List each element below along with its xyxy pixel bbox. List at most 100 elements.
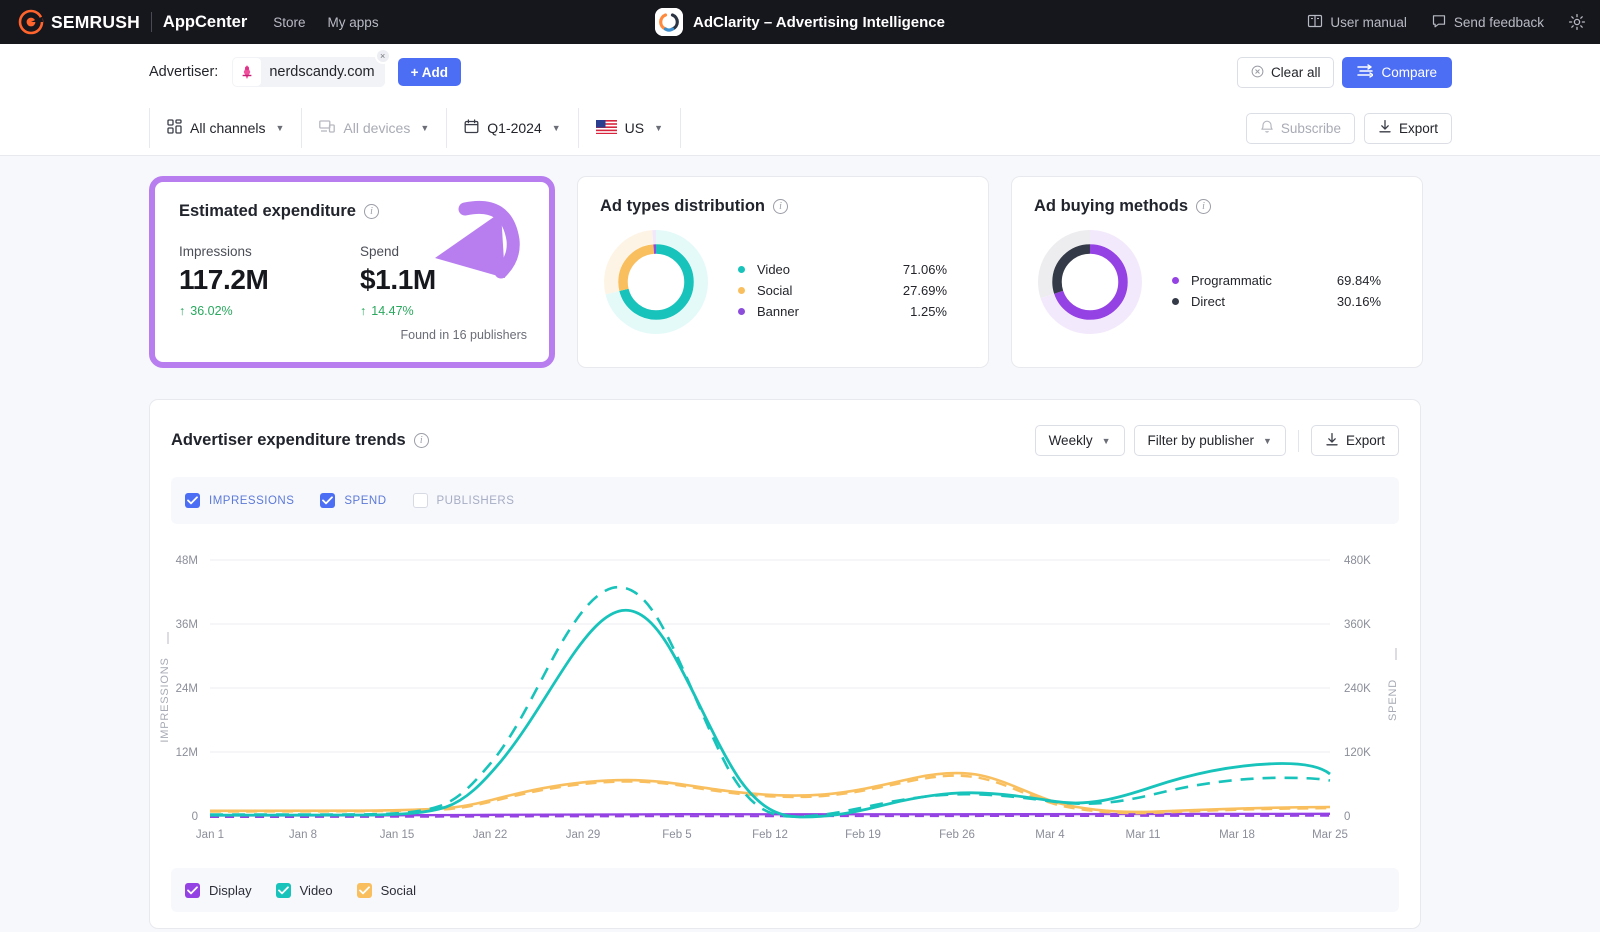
advertiser-chip-close-icon[interactable]: × (375, 48, 391, 64)
bell-icon (1260, 119, 1274, 137)
ad-buying-title-row: Ad buying methods i (1034, 197, 1211, 216)
nav-item-my-apps[interactable]: My apps (328, 15, 379, 30)
metric-toggle-spend[interactable]: SPEND (320, 493, 386, 508)
metric-label-impressions: IMPRESSIONS (209, 495, 294, 507)
info-icon[interactable]: i (773, 199, 788, 214)
granularity-dropdown[interactable]: Weekly ▼ (1035, 425, 1125, 456)
info-icon[interactable]: i (1196, 199, 1211, 214)
ad-buying-legend: Programmatic 69.84% Direct 30.16% (1172, 270, 1381, 312)
compare-button[interactable]: Compare (1342, 57, 1452, 88)
brand-product-name: AppCenter (163, 13, 247, 32)
legend-value-banner: 1.25% (885, 304, 947, 319)
chat-icon (1431, 13, 1447, 32)
advertiser-chip[interactable]: nerdscandy.com × (232, 57, 384, 87)
legend-dot-social (738, 287, 745, 294)
brand-divider (151, 12, 152, 32)
filter-all-channels[interactable]: All channels ▼ (150, 108, 302, 148)
legend-value-social: 27.69% (885, 283, 947, 298)
checkbox-checked-icon[interactable] (320, 493, 335, 508)
y2-tick-label: 360K (1344, 619, 1371, 631)
x-tick-label: Feb 12 (752, 829, 788, 840)
impressions-metric: Impressions 117.2M ↑ 36.02% (179, 244, 268, 318)
filter-row: All channels ▼ All devices ▼ (0, 100, 1600, 156)
filters-subheader: Advertiser: nerdscandy.com × + Add (0, 44, 1600, 156)
export-button-trends[interactable]: Export (1311, 425, 1399, 456)
legend-item[interactable]: Banner 1.25% (738, 301, 947, 322)
chevron-down-icon: ▼ (1263, 436, 1272, 446)
ad-types-distribution-card: Ad types distribution i Vi (577, 176, 989, 368)
chevron-down-icon: ▼ (420, 123, 429, 133)
user-manual-link[interactable]: User manual (1307, 13, 1407, 32)
legend-label-banner: Banner (757, 304, 885, 319)
x-tick-label: Feb 26 (939, 829, 975, 840)
adclarity-app-icon (655, 8, 683, 36)
impressions-delta-value: 36.02% (190, 304, 232, 318)
brand-name: SEMRUSH (51, 12, 140, 33)
checkbox-unchecked-icon[interactable] (413, 493, 428, 508)
legend-dot-video (738, 266, 745, 273)
legend-label-video: Video (757, 262, 885, 277)
download-icon (1325, 432, 1339, 450)
clear-all-label: Clear all (1271, 65, 1321, 80)
filter-all-devices[interactable]: All devices ▼ (302, 108, 447, 148)
legend-item[interactable]: Video 71.06% (738, 259, 947, 280)
y-tick-label: 36M (176, 619, 198, 631)
subscribe-button[interactable]: Subscribe (1246, 113, 1355, 144)
filter-right-actions: Subscribe Export (1246, 113, 1452, 144)
checkbox-checked-icon[interactable] (185, 493, 200, 508)
spend-value: $1.1M (360, 264, 436, 296)
filter-date-range[interactable]: Q1-2024 ▼ (447, 108, 578, 148)
checkbox-checked-icon[interactable] (276, 883, 291, 898)
info-icon[interactable]: i (364, 204, 379, 219)
legend-item[interactable]: Social 27.69% (738, 280, 947, 301)
granularity-label: Weekly (1049, 433, 1093, 448)
estimated-expenditure-card: Estimated expenditure i Impressions 117.… (149, 176, 555, 368)
add-advertiser-button[interactable]: + Add (398, 58, 461, 86)
nav-item-store[interactable]: Store (273, 15, 305, 30)
export-button-top[interactable]: Export (1364, 113, 1452, 144)
checkbox-checked-icon[interactable] (357, 883, 372, 898)
controls-divider (1298, 430, 1299, 452)
book-icon (1307, 13, 1323, 32)
legend-value-video: 71.06% (885, 262, 947, 277)
info-icon[interactable]: i (414, 433, 429, 448)
top-header-bar: SEMRUSH AppCenter Store My apps AdClarit… (0, 0, 1600, 44)
compare-label: Compare (1381, 65, 1437, 80)
app-title: AdClarity – Advertising Intelligence (693, 14, 945, 31)
legend-dot-programmatic (1172, 277, 1179, 284)
legend-item[interactable]: Direct 30.16% (1172, 291, 1381, 312)
y-tick-label: 24M (176, 683, 198, 695)
user-manual-label: User manual (1330, 15, 1407, 30)
spend-label: Spend (360, 244, 436, 259)
checkbox-checked-icon[interactable] (185, 883, 200, 898)
export-label-trends: Export (1346, 433, 1385, 448)
advertiser-chip-label: nerdscandy.com (269, 64, 374, 80)
semrush-logo-icon (18, 9, 44, 35)
filter-by-publisher-dropdown[interactable]: Filter by publisher ▼ (1134, 425, 1286, 456)
brand-area[interactable]: SEMRUSH AppCenter (18, 9, 247, 35)
metric-toggle-impressions[interactable]: IMPRESSIONS (185, 493, 294, 508)
metric-toggle-bar: IMPRESSIONS SPEND PUBLISHERS (171, 477, 1399, 524)
gear-icon (1568, 13, 1586, 31)
metric-toggle-publishers[interactable]: PUBLISHERS (413, 493, 515, 508)
chart-series-legend: Display Video Social (171, 868, 1399, 912)
kpi-cards-row: Estimated expenditure i Impressions 117.… (149, 176, 1423, 368)
legend-toggle-social[interactable]: Social (357, 883, 416, 898)
filter-country-label: US (625, 120, 644, 136)
grid-icon (167, 119, 182, 137)
legend-item[interactable]: Programmatic 69.84% (1172, 270, 1381, 291)
y2-tick-label: 240K (1344, 683, 1371, 695)
filter-all-channels-label: All channels (190, 120, 266, 136)
download-icon (1378, 119, 1392, 137)
send-feedback-link[interactable]: Send feedback (1431, 13, 1544, 32)
settings-gear-button[interactable] (1568, 13, 1586, 31)
y2-tick-label: 480K (1344, 555, 1371, 567)
filter-country[interactable]: US ▼ (579, 108, 681, 148)
ad-buying-donut-chart (1037, 229, 1143, 335)
clear-all-button[interactable]: Clear all (1237, 57, 1335, 88)
x-tick-label: Feb 19 (845, 829, 881, 840)
legend-toggle-video[interactable]: Video (276, 883, 333, 898)
filter-all-devices-label: All devices (343, 120, 410, 136)
app-title-area: AdClarity – Advertising Intelligence (655, 0, 945, 44)
legend-toggle-display[interactable]: Display (185, 883, 252, 898)
